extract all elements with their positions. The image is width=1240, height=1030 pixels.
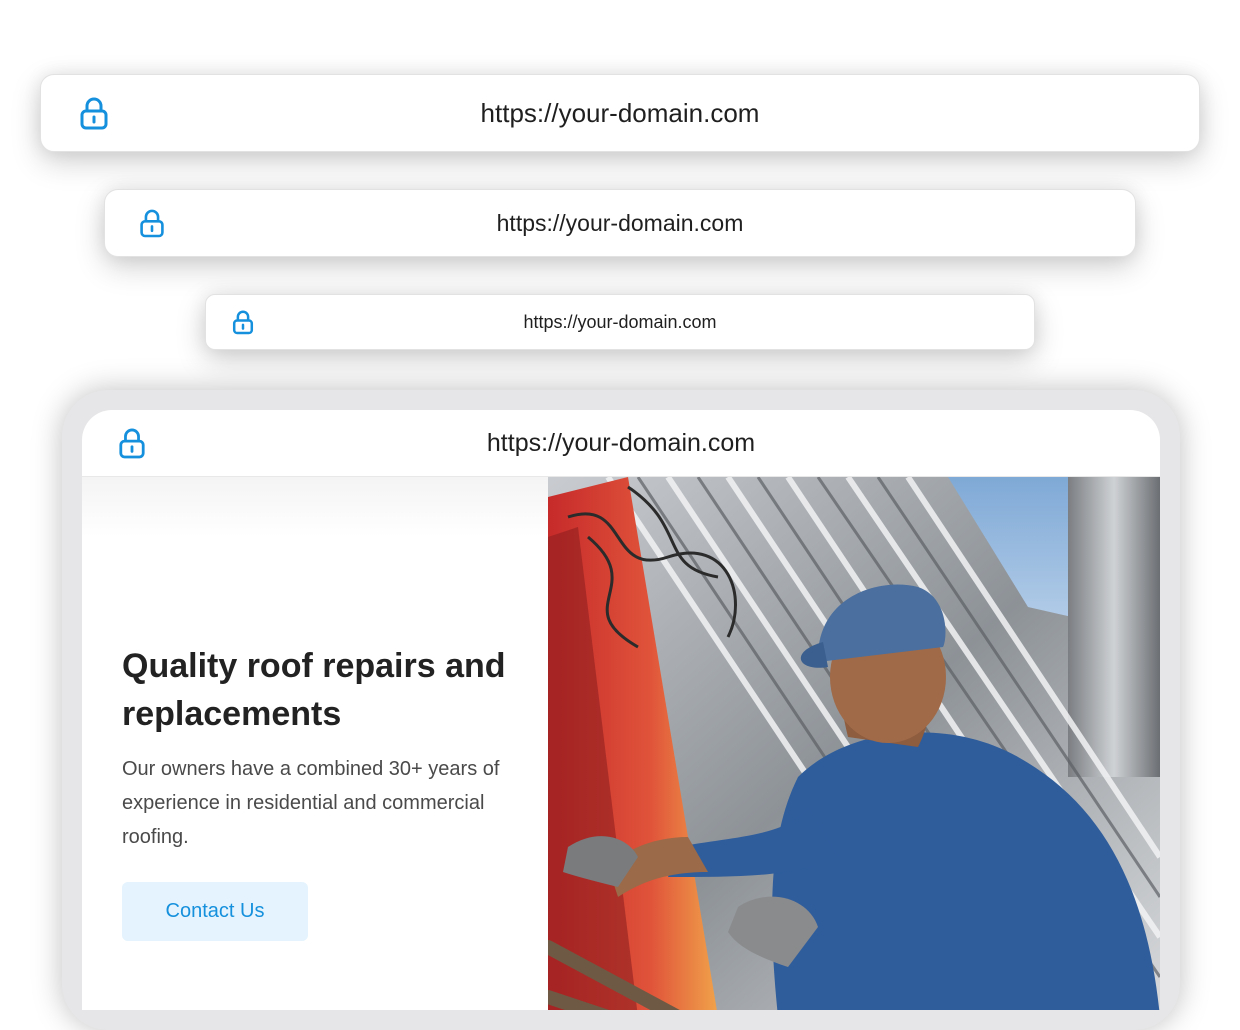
url-text: https://your-domain.com: [523, 311, 717, 332]
contact-us-button[interactable]: Contact Us: [122, 882, 308, 941]
url-text: https://your-domain.com: [480, 97, 760, 128]
lock-icon: [232, 310, 254, 335]
hero-title: Quality roof repairs and replacements: [122, 647, 506, 733]
lock-icon: [139, 208, 165, 238]
device-address-bar[interactable]: https://your-domain.com: [82, 410, 1160, 477]
roofer-photo: [548, 477, 1160, 1010]
url-bar-large[interactable]: https://your-domain.com: [40, 74, 1200, 152]
device-screen: https://your-domain.com Quality roof rep…: [82, 410, 1160, 1010]
url-bar-small[interactable]: https://your-domain.com: [205, 294, 1035, 350]
lock-icon: [118, 427, 146, 459]
url-text: https://your-domain.com: [486, 428, 756, 457]
hero-description: Our owners have a combined 30+ years of …: [122, 758, 500, 848]
url-text: https://your-domain.com: [496, 209, 744, 236]
lock-icon: [79, 96, 109, 130]
url-bar-medium[interactable]: https://your-domain.com: [104, 189, 1136, 257]
hero-content: Quality roof repairs and replacements Ou…: [82, 477, 548, 1010]
